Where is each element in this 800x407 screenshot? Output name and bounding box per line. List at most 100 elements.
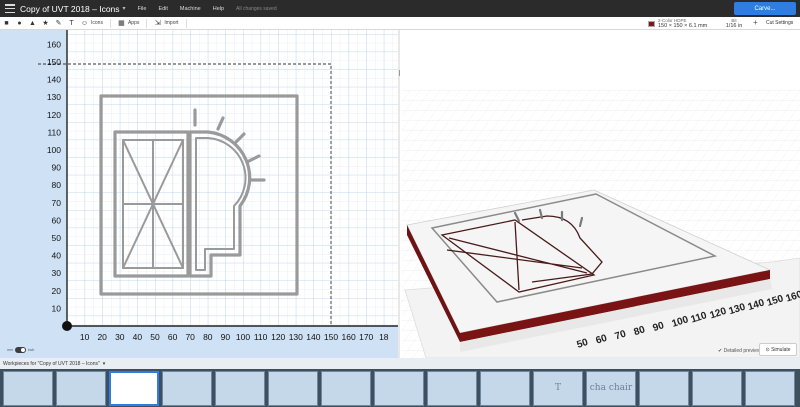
triangle-icon[interactable]: ▲: [26, 17, 39, 30]
x-axis-tick-label: 50: [150, 332, 160, 342]
cut-settings-button[interactable]: Cut Settings: [766, 20, 793, 26]
y-axis-tick-label: 140: [47, 75, 61, 85]
simulate-icon: ⊙: [765, 346, 770, 353]
canvas-grid[interactable]: 102030405060708090100110120130140150160 …: [0, 30, 398, 358]
y-axis-tick-label: 50: [52, 233, 62, 243]
workpiece-thumbnail[interactable]: [215, 370, 265, 406]
x-axis-tick-label: 10: [80, 332, 90, 342]
x-axis-tick-label: 150: [324, 332, 338, 342]
y-axis-tick-label: 70: [52, 198, 62, 208]
workpiece-thumbnail[interactable]: T: [533, 370, 583, 406]
x-axis-tick-label: 60: [168, 332, 178, 342]
workpiece-thumbnail[interactable]: [427, 370, 477, 406]
workpieces-strip: Tcha chair: [0, 369, 800, 407]
simulate-button[interactable]: ⊙ Simulate: [759, 343, 797, 356]
origin-marker: [62, 321, 72, 331]
menu-help[interactable]: Help: [213, 6, 224, 12]
import-icon[interactable]: ⇲: [151, 17, 164, 30]
x-axis-tick-label: 110: [254, 332, 268, 342]
y-axis-tick-label: 90: [52, 163, 62, 173]
title-dropdown-icon[interactable]: ▾: [123, 5, 126, 12]
y-axis-tick-label: 60: [52, 215, 62, 225]
material-swatch: [648, 20, 655, 27]
y-axis-tick-label: 110: [47, 127, 61, 137]
workpiece-thumbnail[interactable]: cha chair: [586, 370, 636, 406]
workpiece-thumbnail[interactable]: [321, 370, 371, 406]
import-label[interactable]: Import: [164, 20, 178, 26]
document-title[interactable]: Copy of UVT 2018 – Icons: [20, 4, 120, 14]
y-axis-tick-label: 80: [52, 180, 62, 190]
x-axis-tick-label: 120: [271, 332, 285, 342]
bit-selector[interactable]: Bit 1/16 in: [720, 18, 748, 29]
workpiece-thumbnail[interactable]: [374, 370, 424, 406]
x-axis-tick-label: 30: [115, 332, 125, 342]
star-icon[interactable]: ★: [39, 17, 52, 30]
workpiece-thumbnail[interactable]: [56, 370, 106, 406]
x-axis-tick-label: 130: [289, 332, 303, 342]
toolbar: ■ ● ▲ ★ ✎ T ☺ Icons ▦ Apps ⇲ Import 2-Co…: [0, 17, 800, 30]
x-axis-tick-label: 170: [359, 332, 373, 342]
toolbar-divider: [146, 18, 148, 28]
icons-label[interactable]: Icons: [91, 20, 103, 26]
y-axis-tick-label: 20: [52, 286, 62, 296]
design-canvas-2d[interactable]: 10 20 30 40 50 60 70 80 90 100 110 120 130 140 150 160 …: [0, 30, 400, 358]
menu-edit[interactable]: Edit: [158, 6, 167, 12]
panel-divider-handle[interactable]: [398, 30, 400, 358]
save-status: All changes saved: [236, 5, 277, 12]
workpiece-thumbnail[interactable]: [268, 370, 318, 406]
x-axis-tick-label: 160: [342, 332, 356, 342]
y-axis-tick-label: 100: [47, 145, 61, 155]
workpiece-thumbnail[interactable]: [692, 370, 742, 406]
workpiece-thumbnail[interactable]: [639, 370, 689, 406]
apps-label[interactable]: Apps: [128, 20, 139, 26]
units-switch[interactable]: [14, 347, 26, 353]
workpiece-label: T: [554, 383, 561, 393]
workpieces-dropdown-icon[interactable]: ▾: [103, 361, 106, 367]
square-icon[interactable]: ■: [0, 17, 13, 30]
workpiece-thumbnail[interactable]: [745, 370, 795, 406]
circle-icon[interactable]: ●: [13, 17, 26, 30]
y-axis-tick-label: 160: [47, 39, 61, 49]
workpiece-thumbnail[interactable]: [109, 370, 159, 406]
workpiece-thumbnail[interactable]: [162, 370, 212, 406]
x-axis-tick-label: 40: [133, 332, 143, 342]
y-axis-tick-label: 130: [47, 92, 61, 102]
simulate-label: Simulate: [771, 346, 791, 353]
x-axis-tick-label: 140: [306, 332, 320, 342]
toolbar-divider: [109, 18, 111, 28]
apps-icon[interactable]: ▦: [115, 17, 128, 30]
icons-icon[interactable]: ☺: [78, 17, 91, 30]
bit-value: 1/16 in: [725, 23, 743, 29]
material-dimensions: 150 × 150 × 6.1 mm: [658, 23, 708, 29]
workpiece-label: cha chair: [589, 383, 633, 393]
x-axis-tick-label: 100: [236, 332, 250, 342]
x-axis-tick-label: 70: [185, 332, 195, 342]
detailed-preview-toggle[interactable]: ✔ Detailed preview: [718, 348, 761, 354]
material-selector[interactable]: 2-Color HDPE 150 × 150 × 6.1 mm: [648, 18, 707, 29]
add-bit-icon[interactable]: +: [753, 18, 758, 27]
top-bar: Copy of UVT 2018 – Icons ▾ File Edit Mac…: [0, 0, 800, 17]
pen-icon[interactable]: ✎: [52, 17, 65, 30]
workpieces-header[interactable]: Workpieces for "Copy of UVT 2018 – Icons…: [0, 358, 800, 369]
text-icon[interactable]: T: [65, 17, 78, 30]
y-axis-tick-label: 40: [52, 251, 62, 261]
preview-3d[interactable]: 50 60 70 80 90 100 110 120 130 140 150 160 ✔ Detail…: [402, 30, 800, 358]
menu-file[interactable]: File: [138, 6, 147, 12]
x-axis-tick-label: 90: [221, 332, 231, 342]
units-toggle[interactable]: mm inch: [7, 347, 34, 353]
preview-3d-canvas[interactable]: 50 60 70 80 90 100 110 120 130 140 150 160: [402, 30, 800, 358]
workpiece-thumbnail[interactable]: [3, 370, 53, 406]
carve-button[interactable]: Carve...: [734, 2, 796, 15]
y-axis-tick-label: 10: [52, 303, 62, 313]
x-axis-tick-label: 20: [97, 332, 107, 342]
toolbar-divider: [185, 18, 187, 28]
menu-machine[interactable]: Machine: [180, 6, 201, 12]
workpiece-thumbnail[interactable]: [480, 370, 530, 406]
hamburger-menu-icon[interactable]: [5, 4, 15, 13]
x-axis-tick-label: 80: [203, 332, 213, 342]
x-axis-tick-label: 18: [379, 332, 389, 342]
workpieces-title: Workpieces for "Copy of UVT 2018 – Icons…: [3, 360, 100, 367]
y-axis-tick-label: 30: [52, 268, 62, 278]
detailed-preview-label: Detailed preview: [723, 348, 761, 354]
y-axis-tick-label: 150: [47, 57, 61, 67]
